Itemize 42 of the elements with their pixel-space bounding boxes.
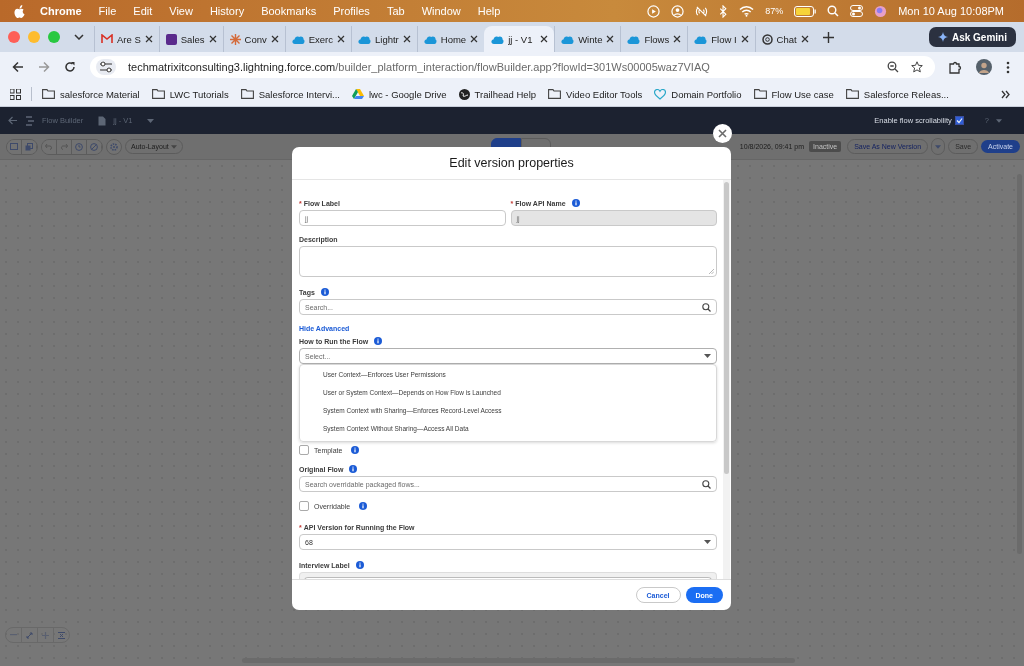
bookmark-label: Salesforce Releas... xyxy=(863,88,949,100)
clock: Mon 10 Aug 10:08PM xyxy=(898,5,1004,17)
menu-item[interactable]: Bookmarks xyxy=(261,5,317,17)
tab-title: Chat xyxy=(776,33,797,45)
bookmark[interactable]: Domain Portfolio xyxy=(654,88,742,100)
tab-title: jj - V1 xyxy=(508,33,534,45)
bookmark[interactable]: lwc - Google Drive xyxy=(352,88,447,100)
bookmark-label: salesforce Material xyxy=(60,88,140,100)
tab-title: Exerc xyxy=(308,33,333,45)
bookmark[interactable]: Video Editor Tools xyxy=(548,88,643,100)
tab-title: Flows xyxy=(644,33,670,45)
address-field[interactable]: techmatrixitconsulting3.lightning.force.com/builder_platform_interaction/flowBuilder.app?flowId=301Ws00005waz7VIAQ xyxy=(90,56,935,78)
bookmark[interactable]: salesforce Material xyxy=(42,88,140,100)
bookmark[interactable]: LWC Tutorials xyxy=(151,88,229,100)
bookmark-label: Video Editor Tools xyxy=(566,88,643,100)
menu-item[interactable]: File xyxy=(98,5,117,17)
menu-item[interactable]: History xyxy=(209,5,245,17)
url-text: techmatrixitconsulting3.lightning.force.com/builder_platform_interaction/flowBuilder.app?flowId=301Ws00005waz7VIAQ xyxy=(128,61,710,73)
menu-item[interactable]: Edit xyxy=(133,5,153,17)
bookmark-label: Domain Portfolio xyxy=(671,88,742,100)
ask-gemini-button[interactable]: Ask Gemini xyxy=(928,27,1016,47)
bookmark[interactable]: Salesforce Intervi... xyxy=(240,88,340,100)
tab-title: Lightr xyxy=(375,33,399,45)
tab-title: Sales xyxy=(180,33,205,45)
tab-title: Home xyxy=(440,33,467,45)
bookmark[interactable]: Flow Use case xyxy=(753,88,834,100)
tab-title: Flow I xyxy=(711,33,737,45)
tab-title: Conv xyxy=(244,33,267,45)
bookmark[interactable]: Salesforce Releas... xyxy=(845,88,949,100)
browser-tab[interactable]: jj - V1 xyxy=(484,26,555,52)
tab-title: Winte xyxy=(578,33,603,45)
menu-item[interactable]: View xyxy=(169,5,193,17)
menu-app-name[interactable]: Chrome xyxy=(40,5,82,17)
dialog-title: Edit version properties xyxy=(449,156,574,170)
battery-percent: 87% xyxy=(765,6,784,16)
bookmark-label: Trailhead Help xyxy=(474,88,537,100)
bookmark[interactable]: Trailhead Help xyxy=(458,88,537,100)
bookmark-label: LWC Tutorials xyxy=(169,88,229,100)
tab-title: Are S xyxy=(117,33,141,45)
bookmark-label: Salesforce Intervi... xyxy=(258,88,340,100)
bookmark-label: Flow Use case xyxy=(771,88,834,100)
bookmark-label: lwc - Google Drive xyxy=(369,88,447,100)
